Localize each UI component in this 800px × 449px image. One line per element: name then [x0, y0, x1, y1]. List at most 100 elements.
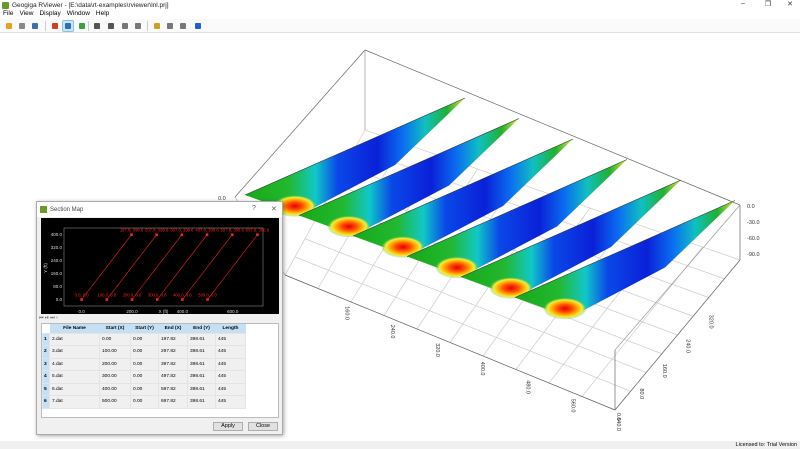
close-dialog-button[interactable]: Close [248, 422, 278, 431]
table-cell[interactable]: 398.61 [187, 370, 216, 384]
print-button[interactable] [17, 21, 27, 31]
table-cell[interactable]: 7.dat [49, 395, 100, 409]
table-cell[interactable]: 0.00 [130, 345, 159, 359]
row-number[interactable]: 1 [42, 332, 50, 346]
table-cell[interactable]: 445 [215, 370, 246, 384]
bt-icon [167, 23, 173, 29]
table-cell[interactable]: 597.82 [158, 382, 188, 396]
zoom-in-button[interactable] [92, 21, 102, 31]
maximize-button[interactable]: ❐ [758, 0, 778, 8]
y-tick-label: 0.0 [615, 413, 621, 421]
close-button[interactable]: ✕ [780, 0, 800, 8]
section-table: File Name Start (X) Start (Y) End (X) En… [41, 323, 279, 418]
menu-window[interactable]: Window [67, 10, 90, 19]
row-number[interactable]: 5 [42, 382, 50, 396]
table-row[interactable]: 5 6.dat 400.00 0.00 597.82 398.61 445 [42, 382, 246, 396]
zoom-out-button[interactable] [106, 21, 116, 31]
zoom-fit-button[interactable] [133, 21, 143, 31]
dialog-title: Section Map [50, 206, 84, 213]
refresh-button[interactable] [77, 21, 87, 31]
row-number[interactable]: 3 [42, 357, 50, 371]
table-cell[interactable]: 400.00 [99, 382, 131, 396]
table-cell[interactable]: 0.00 [99, 332, 131, 346]
table-cell[interactable]: 697.82 [158, 395, 188, 409]
table-cell[interactable]: 200.00 [99, 357, 131, 371]
zoom-window-button[interactable] [120, 21, 130, 31]
table-cell[interactable]: 0.00 [130, 395, 159, 409]
table-cell[interactable]: 6.dat [49, 382, 100, 396]
table-row[interactable]: 6 7.dat 500.00 0.00 697.82 398.61 445 [42, 395, 246, 409]
table-cell[interactable]: 398.61 [187, 395, 216, 409]
table-cell[interactable]: 0.00 [130, 370, 159, 384]
menu-help[interactable]: Help [96, 10, 109, 19]
row-number[interactable]: 2 [42, 345, 50, 359]
start-point-label: 300.0, 0.0 [148, 293, 167, 298]
table-cell[interactable]: 2.dat [49, 332, 100, 346]
table-cell[interactable]: 0.00 [130, 382, 159, 396]
table-row[interactable]: 2 3.dat 100.00 0.00 297.82 398.61 445 [42, 345, 246, 359]
table-cell[interactable]: 398.61 [187, 357, 216, 371]
menu-display[interactable]: Display [39, 10, 60, 19]
table-cell[interactable]: 300.00 [99, 370, 131, 384]
col-file-name[interactable]: File Name [49, 324, 100, 333]
table-cell[interactable]: 197.82 [158, 332, 188, 346]
table-row[interactable]: 4 5.dat 300.00 0.00 497.82 398.61 445 [42, 370, 246, 384]
refresh-icon [79, 23, 85, 29]
minimize-button[interactable]: – [733, 0, 753, 7]
menu-file[interactable]: File [3, 10, 13, 19]
table-cell[interactable]: 445 [215, 357, 246, 371]
col-start-x[interactable]: Start (X) [99, 324, 131, 333]
table-cell[interactable]: 445 [215, 395, 246, 409]
rt-icon [180, 23, 186, 29]
rt-button[interactable] [178, 21, 188, 31]
table-cell[interactable]: 398.61 [187, 345, 216, 359]
col-start-y[interactable]: Start (Y) [130, 324, 159, 333]
y-tick-label: 80.0 [638, 388, 644, 399]
map-scroll-controls[interactable]: ⏮ ⏯ ⏭ ‹ [39, 315, 58, 321]
save-image-icon [32, 23, 38, 29]
start-point-label: 200.0, 0.0 [123, 293, 142, 298]
x-tick-label: 320.0 [434, 343, 440, 357]
end-marker [230, 233, 234, 237]
col-length[interactable]: Length [215, 324, 246, 333]
open-icon [6, 23, 12, 29]
table-cell[interactable]: 4.dat [49, 357, 100, 371]
start-marker [105, 298, 109, 301]
apply-button[interactable]: Apply [213, 422, 243, 431]
table-cell[interactable]: 445 [215, 382, 246, 396]
table-row[interactable]: 3 4.dat 200.00 0.00 397.82 398.61 445 [42, 357, 246, 371]
color-scale-button[interactable] [50, 21, 60, 31]
section-line [156, 234, 208, 300]
bt-button[interactable] [165, 21, 175, 31]
table-cell[interactable]: 0.00 [130, 357, 159, 371]
help-button[interactable]: ? [252, 205, 256, 212]
row-number[interactable]: 4 [42, 370, 50, 384]
table-cell[interactable]: 0.00 [130, 332, 159, 346]
dialog-close-button[interactable]: ✕ [271, 205, 277, 213]
table-cell[interactable]: 100.00 [99, 345, 131, 359]
col-end-x[interactable]: End (X) [158, 324, 188, 333]
table-cell[interactable]: 445 [215, 332, 246, 346]
table-cell[interactable]: 397.82 [158, 357, 188, 371]
section-line [81, 234, 132, 300]
table-cell[interactable]: 398.61 [187, 382, 216, 396]
table-cell[interactable]: 3.dat [49, 345, 100, 359]
row-number[interactable]: 6 [42, 395, 50, 409]
open-button[interactable] [4, 21, 14, 31]
save-image-button[interactable] [30, 21, 40, 31]
table-cell[interactable]: 398.61 [187, 332, 216, 346]
table-row[interactable]: 1 2.dat 0.00 0.00 197.82 398.61 445 [42, 332, 246, 346]
menu-view[interactable]: View [19, 10, 33, 19]
col-end-y[interactable]: End (Y) [187, 324, 216, 333]
zoom-in-icon [94, 23, 100, 29]
y-tick-label: 160.0 [661, 364, 667, 378]
table-cell[interactable]: 500.00 [99, 395, 131, 409]
rotate-button[interactable] [193, 21, 203, 31]
table-cell[interactable]: 297.82 [158, 345, 188, 359]
table-cell[interactable]: 445 [215, 345, 246, 359]
table-cell[interactable]: 497.82 [158, 370, 188, 384]
end-point-label: 297.8, 398.6 [145, 228, 169, 233]
section-map-button[interactable] [62, 20, 74, 32]
table-cell[interactable]: 5.dat [49, 370, 100, 384]
axis-button[interactable] [152, 21, 162, 31]
